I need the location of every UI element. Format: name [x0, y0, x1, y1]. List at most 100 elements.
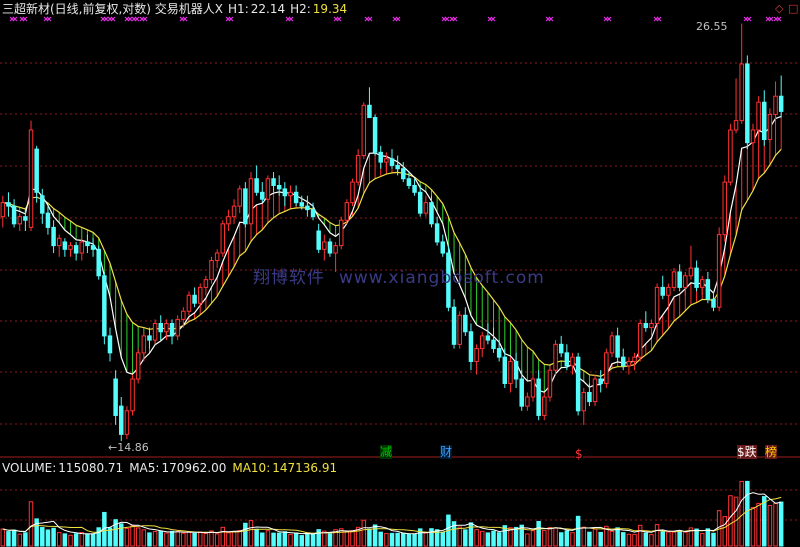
volume-header: VOLUME: 115080.71 MA5: 170962.00 MA10: 147136…	[2, 460, 343, 476]
volume-bar	[310, 533, 316, 547]
volume-bar	[214, 533, 220, 547]
volume-bar	[491, 530, 496, 547]
candle-up	[181, 310, 186, 320]
candles	[0, 23, 784, 442]
candle-down	[660, 286, 665, 296]
low-price-label: 14.86	[117, 441, 149, 454]
candle-down	[762, 101, 767, 140]
signal-tag-jian[interactable]: 减	[380, 445, 393, 459]
volume-bar	[231, 531, 237, 547]
candle-up	[355, 155, 361, 183]
candle-down	[429, 202, 434, 225]
volume-bar	[474, 529, 479, 547]
volume-bar	[570, 532, 575, 547]
volume-bar	[683, 531, 688, 547]
signal-tag-bang[interactable]: 榜	[765, 445, 778, 459]
candle-down	[40, 195, 45, 214]
candle-up	[152, 322, 158, 341]
volume-bar	[553, 527, 558, 547]
signal-tag-dollar[interactable]: $	[575, 447, 583, 461]
volume-bar	[68, 534, 73, 547]
volume-bar	[643, 532, 649, 547]
volume-bar	[197, 531, 203, 547]
volume-bar	[423, 532, 429, 547]
volume-bar	[141, 529, 147, 547]
candle-up	[226, 216, 231, 225]
volume-bar	[558, 532, 564, 547]
candle-down	[417, 191, 423, 214]
volume-bar	[265, 530, 271, 547]
volume-bar	[316, 529, 321, 547]
signal-cross	[548, 16, 554, 22]
volume-bar	[463, 529, 468, 547]
volume-bar	[547, 527, 553, 547]
volume-bar	[271, 532, 276, 547]
candle-up	[79, 241, 85, 254]
candle-down	[11, 205, 17, 225]
signal-cross	[444, 16, 450, 22]
candle-up	[542, 396, 547, 416]
candle-down	[113, 378, 118, 416]
signal-cross	[367, 16, 373, 22]
candle-up	[609, 335, 615, 354]
volume-bar	[186, 531, 192, 547]
volume-bar	[412, 533, 417, 547]
candle-down	[282, 188, 288, 197]
volume-bar	[756, 502, 761, 547]
candle-up	[333, 245, 338, 254]
low-arrow: ←	[108, 441, 118, 454]
candle-up	[699, 279, 705, 288]
candle-down	[271, 178, 276, 186]
volume-bar	[609, 530, 615, 547]
candle-up	[164, 322, 169, 333]
volume-bar	[581, 526, 587, 547]
volume-bar	[305, 532, 310, 547]
signal-tag-die[interactable]: $跌	[737, 445, 757, 459]
candle-down	[107, 335, 113, 354]
volume-bar	[468, 522, 474, 547]
candle-up	[666, 286, 671, 296]
volume-bar	[705, 528, 711, 547]
volume-bar	[406, 533, 412, 547]
ma5-label: MA5:	[129, 461, 160, 475]
signal-cross	[134, 16, 140, 22]
volume-bar	[158, 530, 163, 547]
volume-bar	[496, 532, 502, 547]
candle-up	[626, 360, 632, 367]
signal-cross	[142, 16, 148, 22]
candle-up	[474, 348, 479, 362]
candle-down	[367, 104, 372, 119]
signal-cross	[452, 16, 458, 22]
candle-down	[316, 230, 321, 250]
volume-label: VOLUME:	[2, 461, 57, 475]
candle-up	[209, 260, 214, 281]
volume-bar	[135, 527, 141, 547]
candle-down	[519, 378, 524, 407]
volume-bar	[694, 528, 699, 547]
candle-up	[344, 202, 350, 221]
volume-bar	[395, 532, 400, 547]
candle-up	[530, 378, 536, 398]
signal-tag-cai[interactable]: 财	[440, 445, 453, 459]
candle-up	[457, 314, 462, 345]
candle-up	[350, 181, 355, 204]
volume-bar	[73, 533, 79, 547]
candle-up	[237, 188, 242, 207]
volume-bar	[750, 507, 756, 547]
signal-cross	[490, 16, 496, 22]
candle-down	[299, 202, 305, 207]
candle-up	[722, 181, 728, 236]
low-price-marker: ←14.86	[108, 441, 149, 454]
candle-up	[141, 335, 147, 354]
candle-up	[130, 378, 135, 412]
candle-down	[372, 117, 378, 153]
volume-bar	[181, 532, 186, 547]
candle-down	[536, 378, 541, 416]
volume-bar	[11, 529, 17, 547]
candle-up	[56, 237, 62, 247]
signal-cross	[22, 16, 28, 22]
volume-bar	[299, 535, 305, 547]
candle-down	[293, 191, 299, 204]
candle-up	[231, 205, 237, 218]
volume-value: 115080.71	[58, 461, 124, 475]
